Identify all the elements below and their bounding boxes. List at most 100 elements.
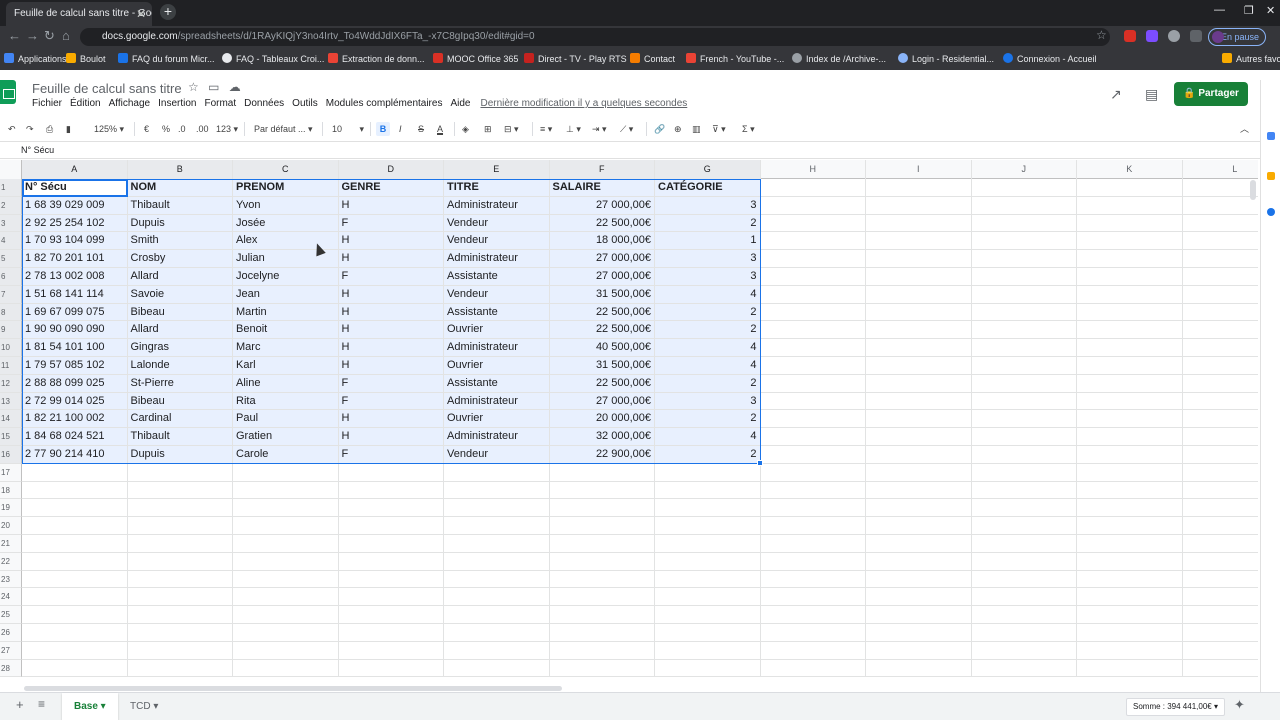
table-cell[interactable]: 2 (655, 446, 761, 464)
table-cell[interactable]: 22 500,00€ (549, 374, 655, 393)
browser-tab[interactable]: Feuille de calcul sans titre - Goo ✕ (6, 2, 152, 26)
table-cell[interactable]: 4 (655, 428, 761, 446)
empty-cell[interactable] (971, 517, 1077, 535)
empty-cell[interactable] (444, 481, 550, 500)
empty-cell[interactable] (444, 659, 550, 678)
empty-cell[interactable] (1182, 232, 1258, 251)
bookmark-item[interactable]: Boulot (66, 52, 106, 66)
row-header[interactable]: 24 (0, 588, 22, 607)
empty-cell[interactable] (866, 232, 972, 251)
increase-decimal-button[interactable]: .00 (196, 122, 209, 136)
empty-cell[interactable] (233, 570, 339, 589)
keep-icon[interactable] (1267, 172, 1275, 180)
filter-icon[interactable]: ⊽ ▾ (712, 122, 726, 136)
trending-icon[interactable]: ↗ (1110, 86, 1122, 103)
empty-cell[interactable] (444, 535, 550, 553)
row-header[interactable]: 15 (0, 428, 22, 446)
column-header-c[interactable]: C (233, 160, 339, 179)
column-header-h[interactable]: H (761, 160, 866, 179)
empty-cell[interactable] (1077, 588, 1183, 607)
table-cell[interactable]: H (338, 303, 444, 322)
empty-cell[interactable] (338, 570, 444, 589)
sum-summary[interactable]: Somme : 394 441,00€ ▾ (1126, 698, 1225, 716)
table-cell[interactable]: 1 82 21 100 002 (22, 410, 128, 429)
table-cell[interactable]: 1 84 68 024 521 (22, 428, 128, 446)
empty-cell[interactable] (971, 179, 1077, 197)
empty-cell[interactable] (127, 552, 233, 571)
empty-cell[interactable] (971, 357, 1077, 375)
empty-cell[interactable] (549, 641, 655, 660)
table-cell[interactable]: 3 (655, 250, 761, 268)
empty-cell[interactable] (1182, 517, 1258, 535)
empty-cell[interactable] (971, 535, 1077, 553)
empty-cell[interactable] (971, 339, 1077, 357)
table-cell[interactable]: H (338, 285, 444, 304)
row-header[interactable]: 8 (0, 303, 22, 322)
table-cell[interactable]: Smith (127, 232, 233, 251)
empty-cell[interactable] (1182, 179, 1258, 197)
empty-cell[interactable] (1182, 499, 1258, 518)
column-header-a[interactable]: A (22, 160, 128, 179)
row-header[interactable]: 16 (0, 446, 22, 464)
empty-cell[interactable] (866, 321, 972, 340)
table-cell[interactable]: 2 88 88 099 025 (22, 374, 128, 393)
empty-cell[interactable] (22, 588, 128, 607)
empty-cell[interactable] (549, 588, 655, 607)
empty-cell[interactable] (338, 517, 444, 535)
empty-cell[interactable] (1182, 482, 1258, 500)
empty-cell[interactable] (760, 179, 866, 197)
empty-cell[interactable] (866, 517, 972, 535)
empty-cell[interactable] (760, 321, 866, 340)
tasks-icon[interactable] (1267, 208, 1275, 216)
row-header[interactable]: 12 (0, 374, 22, 393)
table-cell[interactable]: Administrateur (444, 428, 550, 446)
table-cell[interactable]: Karl (233, 357, 339, 375)
empty-cell[interactable] (233, 641, 339, 660)
text-rotation-icon[interactable]: ⟋ ▾ (620, 122, 633, 136)
empty-cell[interactable] (22, 463, 128, 482)
empty-cell[interactable] (971, 552, 1077, 571)
table-cell[interactable]: F (338, 268, 444, 286)
row-header[interactable]: 9 (0, 321, 22, 340)
table-cell[interactable]: 2 78 13 002 008 (22, 268, 128, 286)
table-cell[interactable]: Jean (233, 285, 339, 304)
table-cell[interactable]: Administrateur (444, 339, 550, 357)
column-header-i[interactable]: I (866, 160, 972, 179)
empty-cell[interactable] (1077, 303, 1183, 322)
empty-cell[interactable] (1182, 339, 1258, 357)
empty-cell[interactable] (22, 659, 128, 678)
paint-format-icon[interactable]: ▮ (66, 122, 71, 136)
empty-cell[interactable] (866, 268, 972, 286)
table-cell[interactable]: Assistante (444, 268, 550, 286)
table-cell[interactable]: Marc (233, 339, 339, 357)
header-cell[interactable]: SALAIRE (549, 179, 655, 197)
table-cell[interactable]: 31 500,00€ (549, 357, 655, 375)
table-cell[interactable]: Assistante (444, 303, 550, 322)
table-cell[interactable]: H (338, 428, 444, 446)
empty-cell[interactable] (338, 624, 444, 642)
spreadsheet-grid[interactable]: ABCDEFGHIJKL 1 N° Sécu NOM PRENOM GENRE TITRE… (0, 160, 1258, 684)
empty-cell[interactable] (1182, 624, 1258, 642)
text-wrap-icon[interactable]: ⇥ ▾ (592, 122, 607, 136)
table-cell[interactable]: 1 82 70 201 101 (22, 250, 128, 268)
table-cell[interactable]: Dupuis (127, 446, 233, 464)
empty-cell[interactable] (655, 481, 761, 500)
empty-cell[interactable] (760, 214, 866, 233)
empty-cell[interactable] (971, 392, 1077, 411)
table-cell[interactable]: Thibault (127, 428, 233, 446)
font-size-select[interactable]: 10 ▾ (332, 122, 364, 136)
table-cell[interactable]: H (338, 410, 444, 429)
empty-cell[interactable] (1077, 392, 1183, 411)
empty-cell[interactable] (1077, 214, 1183, 233)
table-cell[interactable]: F (338, 446, 444, 464)
close-window-icon[interactable]: ✕ (1266, 4, 1275, 17)
close-tab-icon[interactable]: ✕ (136, 2, 146, 26)
header-cell[interactable]: N° Sécu (22, 179, 128, 197)
empty-cell[interactable] (444, 552, 550, 571)
empty-cell[interactable] (127, 624, 233, 642)
row-header[interactable]: 2 (0, 196, 22, 215)
row-header[interactable]: 13 (0, 392, 22, 411)
empty-cell[interactable] (971, 250, 1077, 268)
table-cell[interactable]: Lalonde (127, 357, 233, 375)
new-tab-button[interactable]: + (160, 4, 176, 20)
